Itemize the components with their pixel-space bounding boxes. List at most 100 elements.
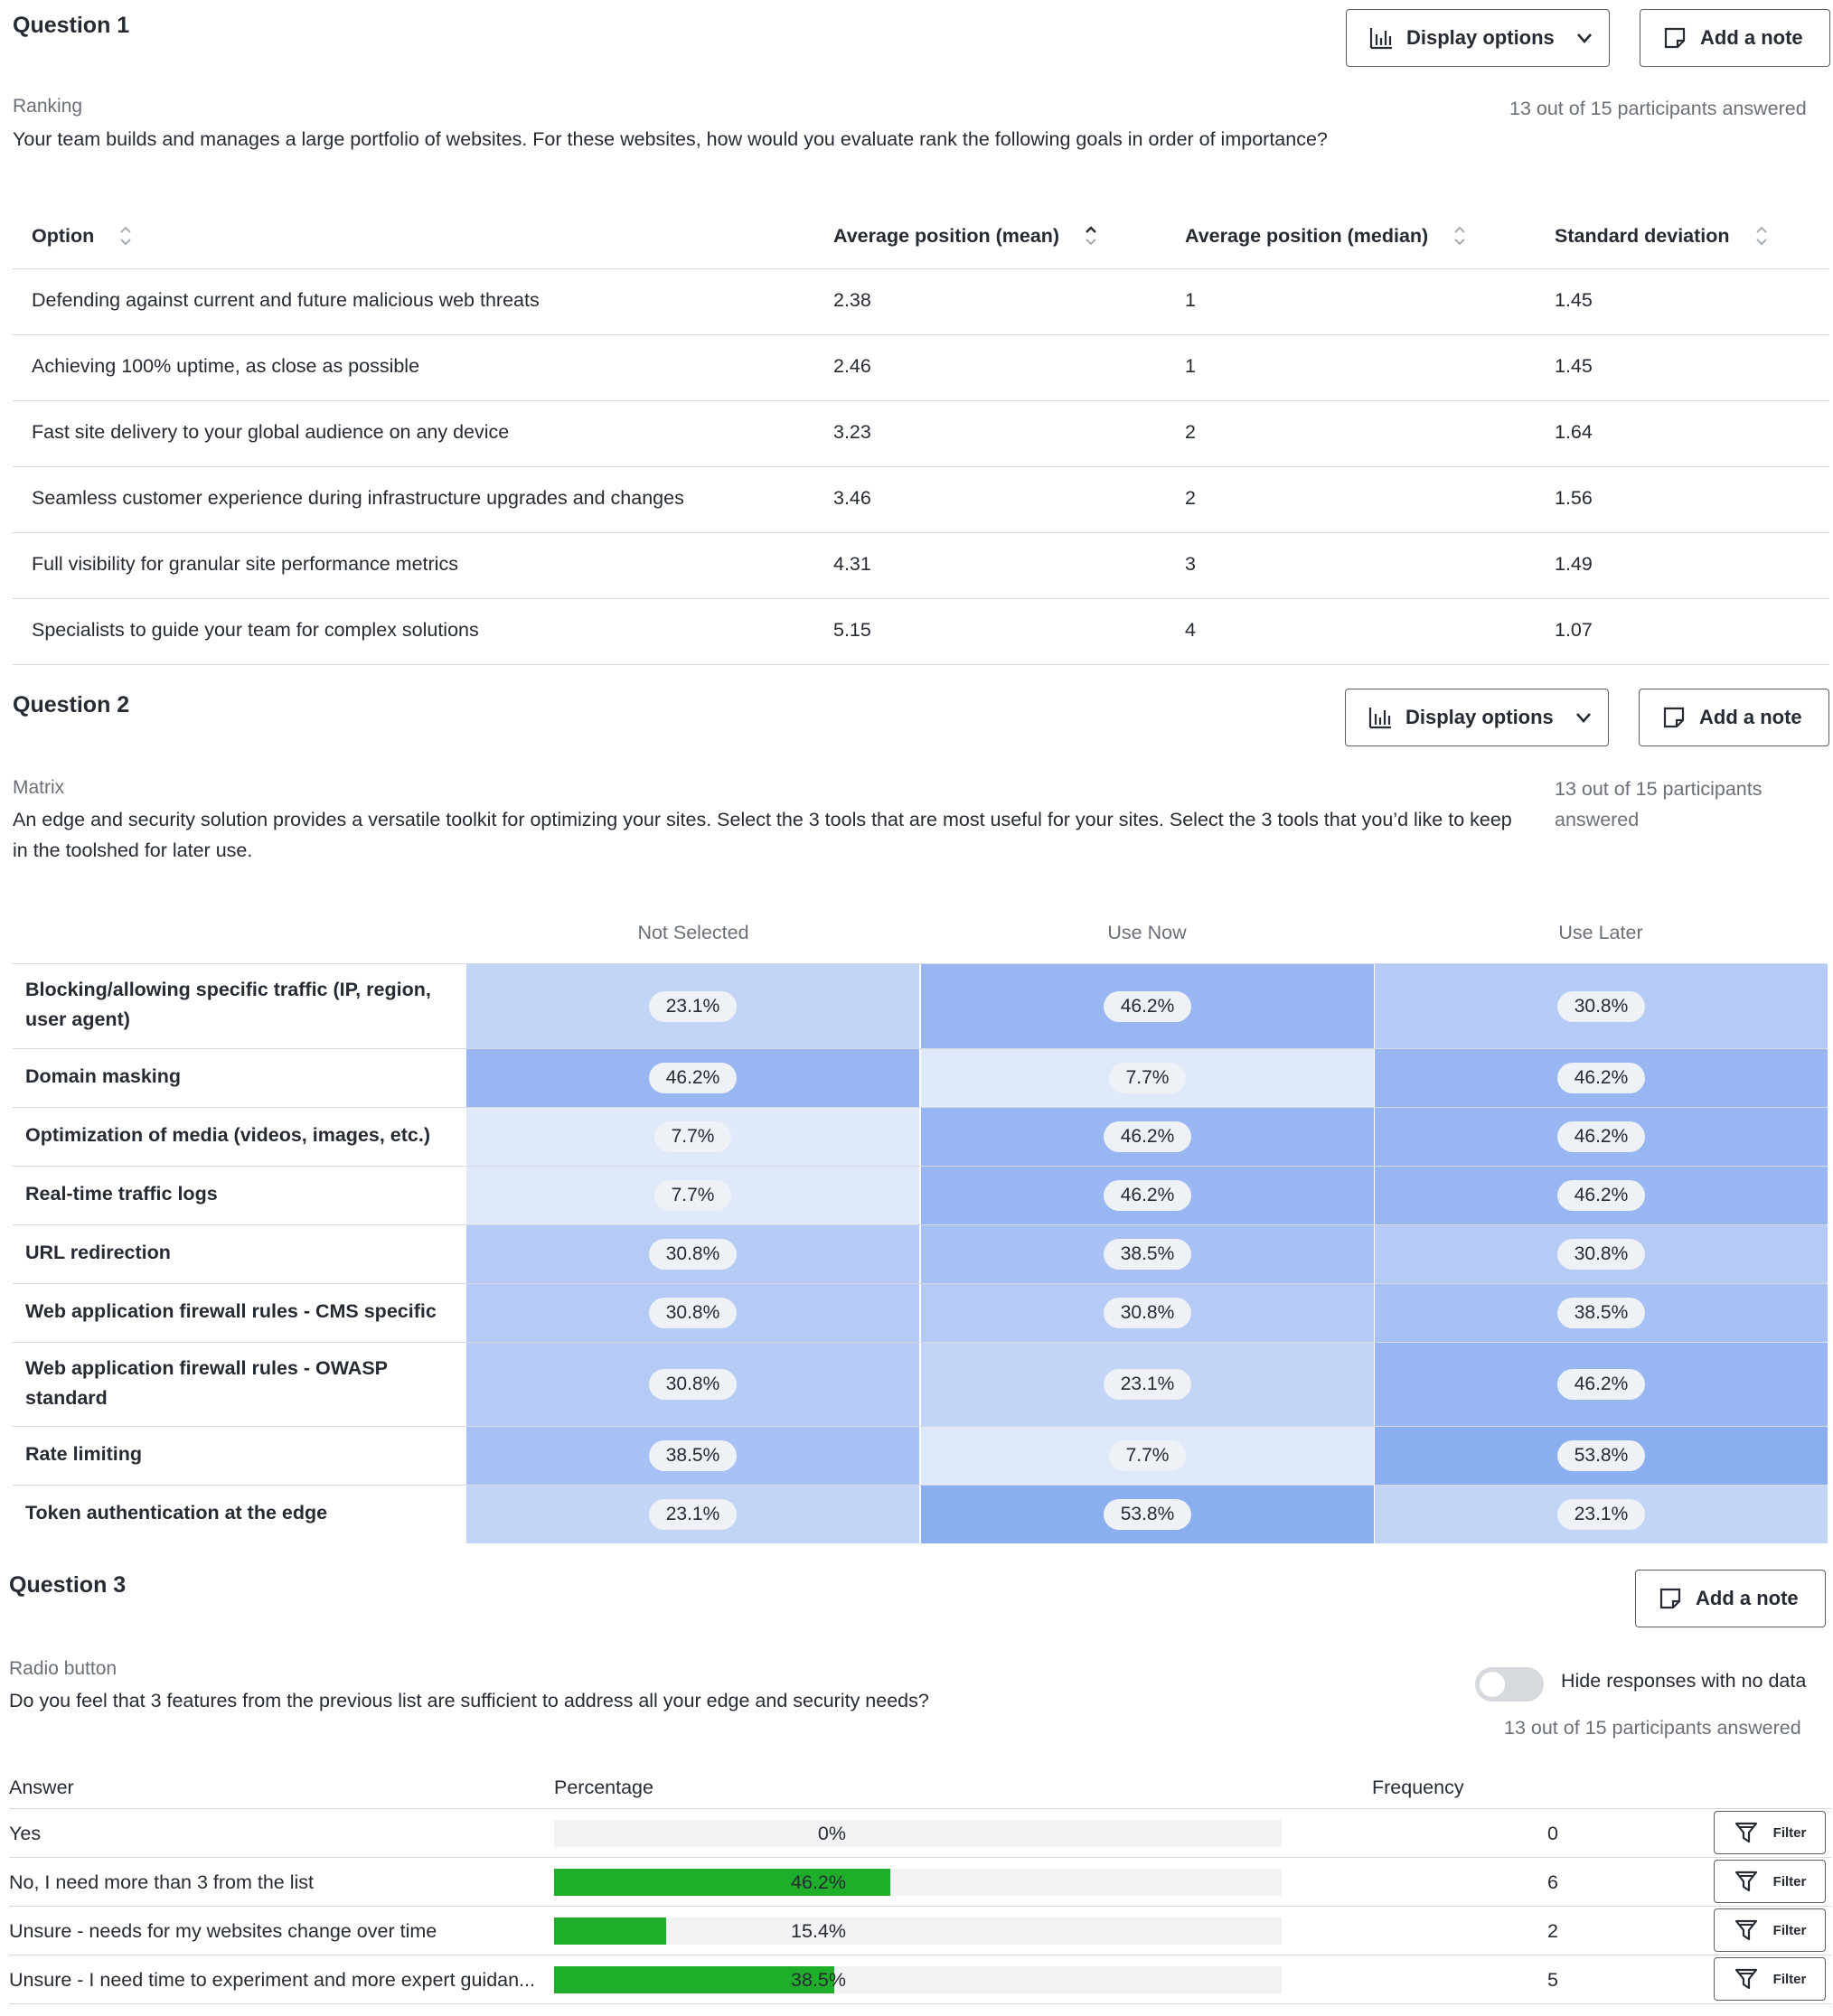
matrix-cell: 23.1%	[1375, 1486, 1828, 1543]
option-cell: Seamless customer experience during infr…	[32, 487, 684, 509]
display-options-button[interactable]: Display options	[1345, 689, 1609, 746]
matrix-column-header: Not Selected	[637, 922, 749, 943]
matrix-cell: 7.7%	[921, 1427, 1374, 1485]
matrix-column-header: Use Later	[1558, 922, 1643, 943]
column-header-stddev[interactable]: Standard deviation	[1555, 224, 1770, 248]
table-row: Specialists to guide your team for compl…	[13, 599, 1829, 665]
percentage-pill: 7.7%	[653, 1180, 732, 1211]
matrix-row-label: Domain masking	[25, 1065, 182, 1087]
percentage-pill: 46.2%	[1556, 1369, 1646, 1400]
column-header-label: Standard deviation	[1555, 224, 1730, 247]
filter-icon	[1734, 1918, 1759, 1943]
matrix-row-label: Token authentication at the edge	[25, 1502, 328, 1524]
matrix-cell: 7.7%	[466, 1167, 919, 1224]
filter-button[interactable]: Filter	[1714, 1908, 1826, 1952]
matrix-cell: 23.1%	[466, 964, 919, 1048]
percentage-pill: 7.7%	[1108, 1440, 1187, 1471]
matrix-cell: 53.8%	[1375, 1427, 1828, 1485]
question-text: Your team builds and manages a large por…	[13, 128, 1328, 150]
matrix-cell: 30.8%	[921, 1284, 1374, 1342]
add-note-button[interactable]: Add a note	[1639, 689, 1829, 746]
percentage-bar-track	[554, 1918, 1282, 1945]
sort-icon[interactable]	[1452, 224, 1468, 248]
percentage-pill: 46.2%	[1103, 990, 1192, 1022]
column-header-mean[interactable]: Average position (mean)	[833, 224, 1099, 248]
stddev-cell: 1.56	[1555, 487, 1593, 509]
percentage-value: 15.4%	[791, 1920, 846, 1942]
percentage-pill: 38.5%	[1556, 1298, 1646, 1328]
filter-icon	[1734, 1820, 1759, 1845]
matrix-row: URL redirection 30.8% 38.5% 30.8%	[13, 1224, 1828, 1283]
percentage-pill: 38.5%	[1103, 1239, 1192, 1270]
toggle-knob	[1480, 1672, 1505, 1697]
matrix-cell: 30.8%	[466, 1343, 919, 1426]
answer-label: Unsure - I need time to experiment and m…	[9, 1969, 536, 1991]
percentage-pill: 38.5%	[648, 1440, 738, 1471]
column-header-percentage: Percentage	[554, 1777, 653, 1798]
percentage-bar-fill	[554, 1918, 666, 1945]
matrix-cell: 7.7%	[466, 1108, 919, 1166]
median-cell: 2	[1185, 487, 1196, 509]
matrix-cell: 30.8%	[1375, 1225, 1828, 1283]
median-cell: 4	[1185, 619, 1196, 641]
filter-button[interactable]: Filter	[1714, 1860, 1826, 1903]
answer-label: Yes	[9, 1823, 42, 1844]
percentage-pill: 23.1%	[1103, 1369, 1192, 1400]
bar-chart-icon	[1368, 705, 1393, 730]
answer-label: Unsure - needs for my websites change ov…	[9, 1920, 437, 1942]
participants-answered: 13 out of 15 participants answered	[1504, 1717, 1801, 1739]
answer-row: Yes 0% 0 Filter	[9, 1808, 1831, 1857]
percentage-pill: 46.2%	[1103, 1180, 1192, 1211]
column-header-option[interactable]: Option	[32, 224, 134, 248]
stddev-cell: 1.64	[1555, 421, 1593, 443]
percentage-value: 38.5%	[791, 1969, 846, 1991]
percentage-pill: 46.2%	[1103, 1121, 1192, 1152]
matrix-cell: 23.1%	[466, 1486, 919, 1543]
filter-button[interactable]: Filter	[1714, 1957, 1826, 2001]
mean-cell: 3.46	[833, 487, 871, 509]
stddev-cell: 1.45	[1555, 355, 1593, 377]
percentage-pill: 53.8%	[1103, 1499, 1192, 1530]
hide-no-data-label: Hide responses with no data	[1561, 1670, 1807, 1692]
participants-answered: 13 out of 15 participants answered	[1555, 778, 1762, 830]
option-cell: Specialists to guide your team for compl…	[32, 619, 479, 641]
sort-ascending-icon[interactable]	[1083, 224, 1099, 248]
display-options-button[interactable]: Display options	[1346, 9, 1610, 67]
stddev-cell: 1.49	[1555, 553, 1593, 575]
display-options-label: Display options	[1406, 26, 1555, 49]
column-header-median[interactable]: Average position (median)	[1185, 224, 1468, 248]
filter-label: Filter	[1772, 1922, 1807, 1938]
percentage-pill: 30.8%	[1103, 1298, 1192, 1328]
add-note-button[interactable]: Add a note	[1635, 1570, 1826, 1627]
add-note-button[interactable]: Add a note	[1640, 9, 1830, 67]
filter-button[interactable]: Filter	[1714, 1811, 1826, 1854]
matrix-cell: 46.2%	[1375, 1108, 1828, 1166]
percentage-value: 46.2%	[791, 1871, 846, 1893]
table-row: Achieving 100% uptime, as close as possi…	[13, 335, 1829, 401]
matrix-cell: 46.2%	[921, 1108, 1374, 1166]
matrix-cell: 38.5%	[1375, 1284, 1828, 1342]
percentage-pill: 23.1%	[648, 990, 738, 1022]
note-icon	[1661, 705, 1687, 730]
matrix-row-label: URL redirection	[25, 1242, 171, 1263]
filter-icon	[1734, 1869, 1759, 1894]
table-row: Seamless customer experience during infr…	[13, 467, 1829, 533]
matrix-cell: 30.8%	[466, 1225, 919, 1283]
question-text: Do you feel that 3 features from the pre…	[9, 1690, 929, 1711]
percentage-pill: 30.8%	[1556, 1239, 1646, 1270]
chevron-down-icon	[1574, 28, 1594, 48]
sort-icon[interactable]	[1753, 224, 1770, 248]
matrix-cell: 53.8%	[921, 1486, 1374, 1543]
filter-icon	[1734, 1966, 1759, 1992]
percentage-pill: 7.7%	[1108, 1063, 1187, 1093]
hide-no-data-toggle[interactable]	[1475, 1667, 1544, 1702]
matrix-row-label: Real-time traffic logs	[25, 1183, 218, 1205]
percentage-pill: 46.2%	[1556, 1180, 1646, 1211]
stddev-cell: 1.07	[1555, 619, 1593, 641]
sort-icon[interactable]	[118, 224, 134, 248]
answer-row: Unsure - I need time to experiment and m…	[9, 1955, 1831, 2003]
frequency-value: 2	[1547, 1920, 1558, 1942]
matrix-cell: 46.2%	[921, 964, 1374, 1048]
matrix-row-label: Rate limiting	[25, 1443, 143, 1465]
percentage-bar-track	[554, 1966, 1282, 1993]
